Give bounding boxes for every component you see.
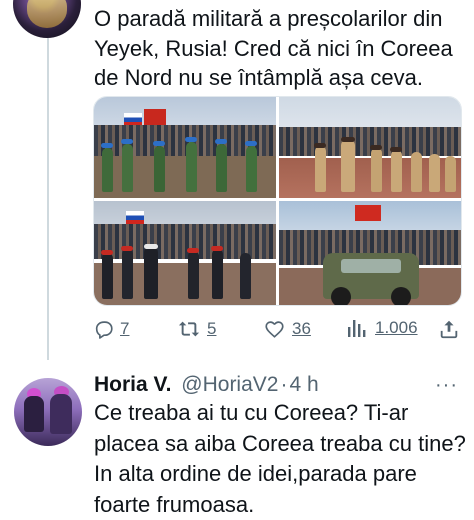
jeep: [323, 253, 419, 305]
reply-author-avatar[interactable]: [14, 378, 82, 446]
more-options-icon[interactable]: ···: [435, 374, 458, 397]
share-icon: [438, 318, 460, 340]
thread-line: [47, 38, 49, 360]
avatar-face: [27, 0, 67, 28]
like-action[interactable]: 36: [263, 318, 311, 340]
media-photo-3[interactable]: [94, 201, 276, 305]
repost-count: 5: [207, 319, 217, 338]
like-icon: [263, 318, 286, 340]
repost-icon: [177, 318, 201, 340]
views-action[interactable]: 1.006: [347, 318, 418, 338]
reply-time[interactable]: 4 h: [289, 373, 318, 396]
media-photo-1[interactable]: [94, 97, 276, 198]
like-count: 36: [292, 319, 311, 338]
post-text: O paradă militară a preșcolarilor din Ye…: [94, 6, 453, 90]
media-grid: [93, 96, 462, 306]
author-avatar[interactable]: [13, 0, 81, 38]
reply-action[interactable]: 7: [93, 318, 129, 340]
views-count: 1.006: [375, 318, 418, 337]
reply-icon: [93, 318, 115, 340]
views-icon: [347, 318, 367, 338]
repost-action[interactable]: 5: [177, 318, 216, 340]
share-action[interactable]: [438, 318, 460, 340]
reply-header: Horia V. @HoriaV2·4 h: [94, 372, 319, 398]
meta-separator: ·: [280, 373, 288, 396]
reply-count: 7: [120, 319, 130, 338]
media-photo-4[interactable]: [279, 201, 461, 305]
reply-handle[interactable]: @HoriaV2: [181, 373, 278, 396]
reply-text: Ce treaba ai tu cu Coreea? Ti-ar placea …: [94, 400, 466, 517]
reply-tweet[interactable]: Horia V. @HoriaV2·4 h ··· Ce treaba ai t…: [0, 372, 474, 520]
media-photo-2[interactable]: [279, 97, 461, 198]
reply-author-name[interactable]: Horia V.: [94, 373, 171, 396]
action-bar: 7 5 36 1.006: [93, 318, 465, 342]
